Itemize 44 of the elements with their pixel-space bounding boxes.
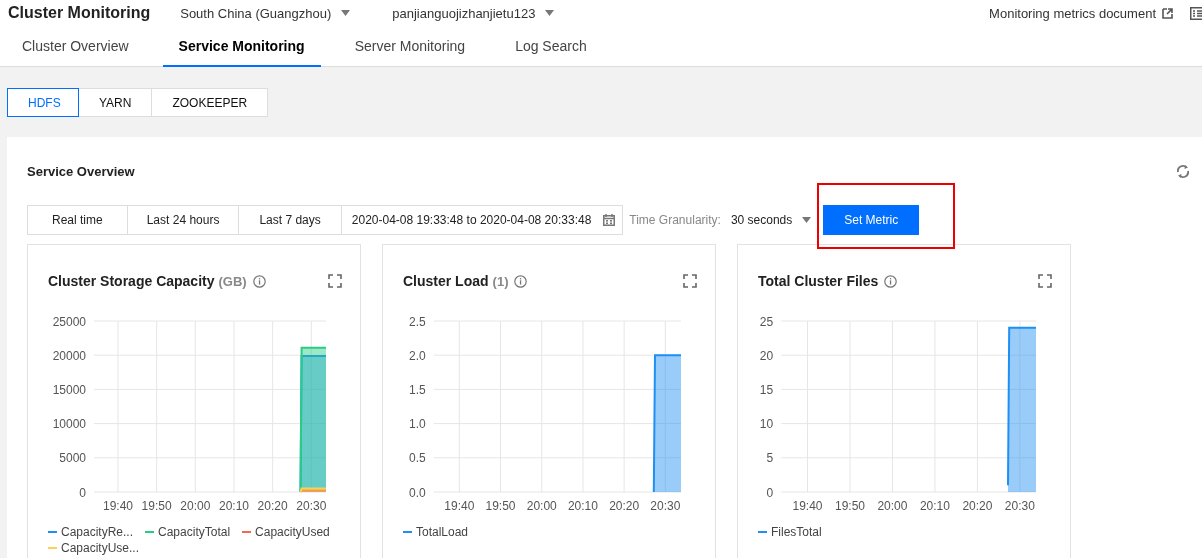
y-tick-label: 0.0 [409, 485, 426, 500]
chart-title: Cluster Storage Capacity [48, 273, 215, 289]
x-tick-label: 20:10 [567, 499, 598, 513]
x-tick-label: 19:40 [444, 499, 475, 513]
x-tick-label: 19:50 [141, 499, 172, 513]
x-tick-label: 20:30 [1004, 499, 1035, 513]
y-tick-label: 15000 [52, 382, 86, 397]
x-tick-label: 19:40 [792, 499, 823, 513]
y-tick-label: 1.0 [409, 417, 426, 432]
y-tick-label: 15 [759, 382, 774, 397]
x-tick-label: 20:10 [919, 499, 950, 513]
x-tick-label: 20:00 [526, 499, 557, 513]
y-tick-label: 25000 [52, 314, 86, 329]
chart-title: Cluster Load [403, 273, 489, 289]
granularity-label: Time Granularity: [629, 213, 721, 227]
x-tick-label: 20:00 [877, 499, 908, 513]
y-tick-label: 0 [79, 485, 86, 500]
y-tick-label: 1.5 [409, 382, 426, 397]
x-tick-label: 20:20 [962, 499, 993, 513]
x-tick-label: 20:00 [180, 499, 211, 513]
y-tick-label: 5000 [59, 451, 86, 466]
page-title: Cluster Monitoring [8, 4, 151, 22]
x-tick-label: 20:10 [218, 499, 249, 513]
chart-unit: (GB) [218, 273, 247, 289]
y-tick-label: 10000 [52, 417, 86, 432]
x-tick-label: 19:40 [102, 499, 133, 513]
y-tick-label: 2.5 [409, 314, 426, 329]
y-tick-label: 0 [766, 485, 774, 500]
y-tick-label: 25 [759, 314, 774, 329]
x-tick-label: 20:30 [650, 499, 681, 513]
y-tick-label: 2.0 [409, 348, 426, 363]
y-tick-label: 10 [759, 417, 774, 432]
x-tick-label: 20:30 [296, 499, 327, 513]
chart-title: Total Cluster Files [758, 273, 879, 289]
section-title: Service Overview [27, 163, 135, 179]
x-tick-label: 20:20 [257, 499, 288, 513]
y-tick-label: 20 [759, 348, 774, 363]
y-tick-label: 0.5 [409, 451, 426, 466]
y-tick-label: 20000 [52, 348, 86, 363]
x-tick-label: 19:50 [485, 499, 516, 513]
x-tick-label: 19:50 [835, 499, 865, 513]
chart-unit: (1) [492, 273, 509, 289]
x-tick-label: 20:20 [609, 499, 640, 513]
y-tick-label: 5 [766, 451, 774, 466]
